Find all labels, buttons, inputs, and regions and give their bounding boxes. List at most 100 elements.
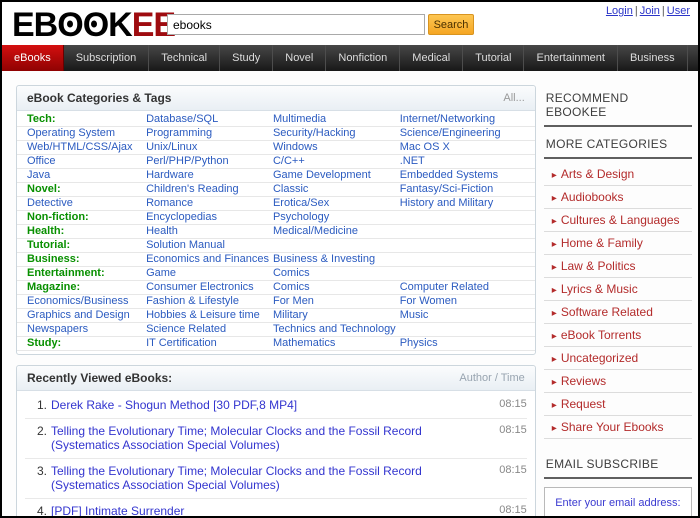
- category-link[interactable]: Mathematics: [273, 337, 335, 349]
- category-label[interactable]: Magazine:: [27, 281, 80, 293]
- category-link[interactable]: Military: [273, 309, 308, 321]
- user-link-user[interactable]: User: [667, 5, 690, 17]
- nav-tab-entertainment[interactable]: Entertainment: [524, 45, 618, 71]
- category-link[interactable]: IT Certification: [146, 337, 217, 349]
- category-link[interactable]: Perl/PHP/Python: [146, 155, 229, 167]
- category-link[interactable]: Internet/Networking: [400, 113, 495, 125]
- nav-tab-tutorial[interactable]: Tutorial: [463, 45, 525, 71]
- category-link[interactable]: Hardware: [146, 169, 194, 181]
- category-link[interactable]: Romance: [146, 197, 193, 209]
- nav-tab-subscription[interactable]: Subscription: [64, 45, 150, 71]
- category-link[interactable]: Web/HTML/CSS/Ajax: [27, 141, 133, 153]
- category-link[interactable]: Economics/Business: [27, 295, 129, 307]
- category-link[interactable]: Fashion & Lifestyle: [146, 295, 239, 307]
- sidebar-item-ebook-torrents[interactable]: ▸ eBook Torrents: [543, 324, 692, 347]
- category-link[interactable]: Mac OS X: [400, 141, 450, 153]
- category-link[interactable]: Psychology: [273, 211, 329, 223]
- category-link[interactable]: Classic: [273, 183, 308, 195]
- ebook-link[interactable]: Telling the Evolutionary Time; Molecular…: [51, 424, 493, 452]
- categories-all-link[interactable]: All...: [503, 92, 524, 104]
- sidebar-item-law-politics[interactable]: ▸ Law & Politics: [543, 255, 692, 278]
- category-link[interactable]: Solution Manual: [146, 239, 225, 251]
- category-link[interactable]: Unix/Linux: [146, 141, 197, 153]
- search-button[interactable]: Search: [428, 14, 474, 35]
- category-link[interactable]: Game Development: [273, 169, 371, 181]
- category-cell: Children's Reading: [144, 182, 271, 197]
- sidebar-item-request[interactable]: ▸ Request: [543, 393, 692, 416]
- category-link[interactable]: C/C++: [273, 155, 305, 167]
- category-link[interactable]: Multimedia: [273, 113, 326, 125]
- category-link[interactable]: Game: [146, 267, 176, 279]
- category-link[interactable]: Java: [27, 169, 50, 181]
- category-label[interactable]: Entertainment:: [27, 267, 105, 279]
- ebook-link[interactable]: [PDF] Intimate Surrender: [51, 504, 493, 516]
- logo-eye-left-icon: O: [57, 6, 83, 44]
- category-link[interactable]: For Men: [273, 295, 314, 307]
- ebook-link[interactable]: Derek Rake - Shogun Method [30 PDF,8 MP4…: [51, 398, 493, 412]
- category-label[interactable]: Study:: [27, 337, 61, 349]
- category-link[interactable]: Economics and Finances: [146, 253, 269, 265]
- category-link[interactable]: Newspapers: [27, 323, 88, 335]
- category-label[interactable]: Business:: [27, 253, 80, 265]
- category-link[interactable]: Technics and Technology: [273, 323, 396, 335]
- category-link[interactable]: Windows: [273, 141, 318, 153]
- category-label[interactable]: Health:: [27, 225, 64, 237]
- sidebar-item-home-family[interactable]: ▸ Home & Family: [543, 232, 692, 255]
- category-link[interactable]: Medical/Medicine: [273, 225, 358, 237]
- category-link[interactable]: Fantasy/Sci-Fiction: [400, 183, 494, 195]
- category-label[interactable]: Tutorial:: [27, 239, 70, 251]
- category-link[interactable]: Operating System: [27, 127, 115, 139]
- nav-tab-novel[interactable]: Novel: [273, 45, 327, 71]
- user-link-login[interactable]: Login: [606, 5, 633, 17]
- category-link[interactable]: Children's Reading: [146, 183, 239, 195]
- category-link[interactable]: Graphics and Design: [27, 309, 130, 321]
- sidebar-item-arts-design[interactable]: ▸ Arts & Design: [543, 163, 692, 186]
- category-label[interactable]: Non-fiction:: [27, 211, 89, 223]
- category-link[interactable]: Science Related: [146, 323, 226, 335]
- nav-tab-business[interactable]: Business: [618, 45, 688, 71]
- ebook-link[interactable]: Telling the Evolutionary Time; Molecular…: [51, 464, 493, 492]
- category-cell: Magazine:: [17, 280, 145, 295]
- sidebar-item-uncategorized[interactable]: ▸ Uncategorized: [543, 347, 692, 370]
- sidebar-item-cultures-languages[interactable]: ▸ Cultures & Languages: [543, 209, 692, 232]
- category-link[interactable]: Hobbies & Leisure time: [146, 309, 260, 321]
- category-link[interactable]: History and Military: [400, 197, 494, 209]
- site-logo[interactable]: EBOOKEE: [12, 6, 176, 44]
- category-link[interactable]: .NET: [400, 155, 425, 167]
- category-link[interactable]: Music: [400, 309, 429, 321]
- category-link[interactable]: Business & Investing: [273, 253, 375, 265]
- sidebar-item-reviews[interactable]: ▸ Reviews: [543, 370, 692, 393]
- arrow-right-icon: ▸: [551, 423, 557, 434]
- category-link[interactable]: Programming: [146, 127, 212, 139]
- category-link[interactable]: Consumer Electronics: [146, 281, 254, 293]
- category-link[interactable]: Encyclopedias: [146, 211, 217, 223]
- category-link[interactable]: Detective: [27, 197, 73, 209]
- user-link-join[interactable]: Join: [640, 5, 660, 17]
- category-label[interactable]: Tech:: [27, 113, 56, 125]
- nav-tab-technical[interactable]: Technical: [149, 45, 221, 71]
- nav-tab-medical[interactable]: Medical: [400, 45, 464, 71]
- category-link[interactable]: Database/SQL: [146, 113, 218, 125]
- category-link[interactable]: For Women: [400, 295, 457, 307]
- category-link[interactable]: Office: [27, 155, 56, 167]
- category-row: Office Perl/PHP/Python C/C++ .NET: [17, 154, 535, 169]
- category-link[interactable]: Comics: [273, 267, 310, 279]
- category-link[interactable]: Erotica/Sex: [273, 197, 329, 209]
- sidebar-item-lyrics-music[interactable]: ▸ Lyrics & Music: [543, 278, 692, 301]
- nav-tab-nonfiction[interactable]: Nonfiction: [326, 45, 401, 71]
- nav-tab-ebooks[interactable]: eBooks: [2, 45, 64, 71]
- category-link[interactable]: Embedded Systems: [400, 169, 498, 181]
- category-link[interactable]: Computer Related: [400, 281, 489, 293]
- category-link[interactable]: Science/Engineering: [400, 127, 501, 139]
- category-label[interactable]: Novel:: [27, 183, 61, 195]
- sidebar-item-software-related[interactable]: ▸ Software Related: [543, 301, 692, 324]
- nav-tab-study[interactable]: Study: [220, 45, 274, 71]
- category-link[interactable]: Comics: [273, 281, 310, 293]
- nav-tab-magazine[interactable]: Magazine: [688, 45, 698, 71]
- category-link[interactable]: Security/Hacking: [273, 127, 356, 139]
- sidebar-item-audiobooks[interactable]: ▸ Audiobooks: [543, 186, 692, 209]
- sidebar-item-share-your-ebooks[interactable]: ▸ Share Your Ebooks: [543, 416, 692, 439]
- category-link[interactable]: Health: [146, 225, 178, 237]
- search-input[interactable]: [167, 14, 425, 35]
- category-link[interactable]: Physics: [400, 337, 438, 349]
